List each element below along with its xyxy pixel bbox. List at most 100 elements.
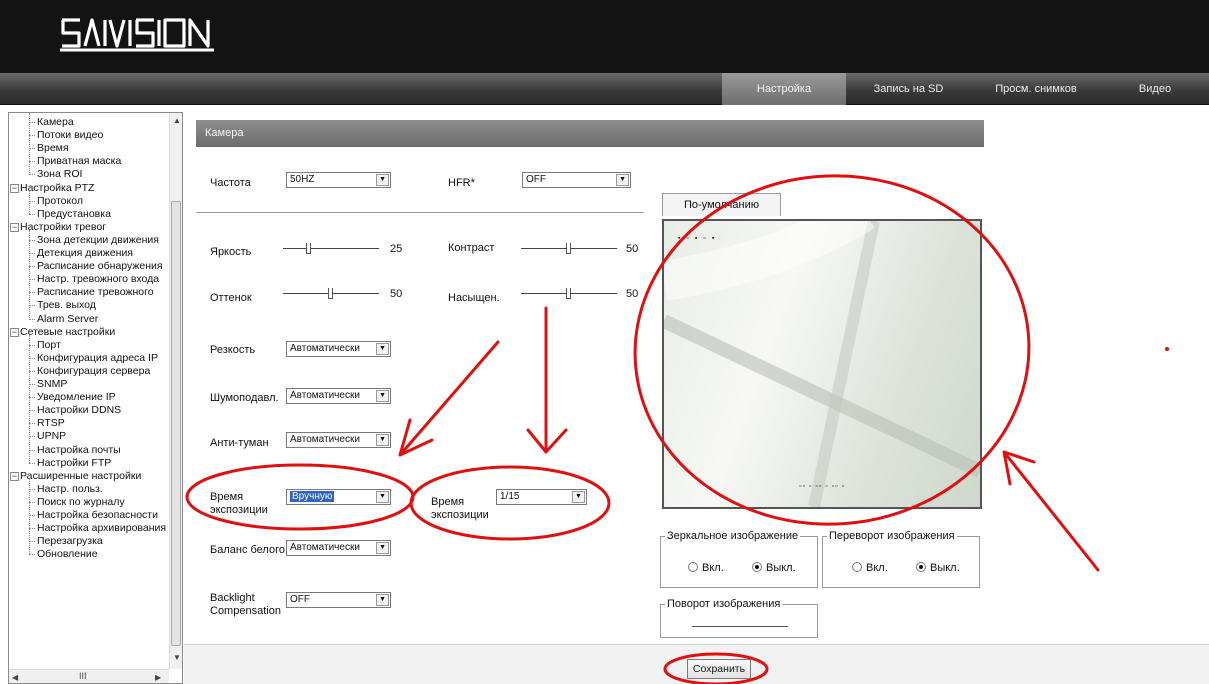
mirror-off-radio[interactable]: Выкл.: [752, 562, 796, 574]
frequency-label: Частота: [210, 177, 251, 189]
chevron-down-icon: ▼: [376, 390, 389, 402]
sidebar-item[interactable]: Протокол: [29, 195, 83, 208]
save-button[interactable]: Сохранить: [687, 659, 751, 679]
mirror-on-radio[interactable]: Вкл.: [688, 562, 724, 574]
exposure-time-label: Время экспозиции: [431, 496, 489, 521]
sidebar-item[interactable]: Настройки FTP: [28, 457, 111, 470]
sidebar-item[interactable]: Настр. тревожного входа: [28, 273, 159, 286]
saturation-label: Насыщен.: [448, 292, 500, 304]
sidebar-item[interactable]: Зона детекции движения: [29, 234, 159, 247]
tree-guide-line: [29, 478, 30, 555]
brightness-value: 25: [390, 243, 403, 255]
sidebar-item[interactable]: Перезагрузка: [29, 535, 103, 548]
sidebar-item[interactable]: Трев. выход: [29, 299, 96, 312]
mirror-legend: Зеркальное изображение: [667, 530, 799, 542]
flip-group: Переворот изображения: [822, 530, 980, 588]
sidebar-tree: Камера Потоки видео Время Приватная маска Зо…: [8, 112, 183, 684]
sidebar-item[interactable]: Расширенные настройки: [20, 470, 141, 483]
nav-tab-video[interactable]: Видео: [1101, 73, 1209, 105]
sidebar-item[interactable]: Поиск по журналу: [29, 496, 125, 509]
sidebar-item[interactable]: Настройка PTZ: [20, 182, 94, 195]
flip-off-radio[interactable]: Выкл.: [916, 562, 960, 574]
collapse-icon[interactable]: −: [10, 222, 19, 232]
sidebar-item[interactable]: RTSP: [29, 417, 65, 430]
radio-checked-icon: [916, 562, 926, 572]
slider-thumb[interactable]: [306, 243, 311, 254]
nav-tab-sd-record[interactable]: Запись на SD: [846, 73, 971, 105]
sidebar-item[interactable]: Настр. польз.: [29, 483, 103, 496]
chevron-down-icon: ▼: [376, 542, 389, 554]
slider-thumb[interactable]: [566, 243, 571, 254]
sidebar-item[interactable]: Конфигурация адреса IP: [29, 352, 158, 365]
scroll-up-icon[interactable]: ▲: [173, 116, 181, 125]
radio-icon: [852, 562, 862, 572]
contrast-slider[interactable]: [521, 242, 617, 256]
tree-guide-line: [29, 113, 30, 176]
sidebar-item[interactable]: Расписание обнаружения: [29, 260, 163, 273]
exposure-time-select[interactable]: 1/15 ▼: [496, 489, 587, 505]
sidebar-item[interactable]: Настройка безопасности: [29, 509, 158, 522]
sidebar-item[interactable]: SNMP: [28, 378, 67, 391]
collapse-icon[interactable]: −: [10, 471, 19, 481]
hfr-select[interactable]: OFF ▼: [522, 172, 631, 188]
hue-slider[interactable]: [283, 287, 379, 301]
chevron-down-icon: ▼: [376, 343, 389, 355]
sharpness-select[interactable]: Автоматически ▼: [286, 341, 391, 357]
scroll-right-icon[interactable]: ▶: [155, 673, 161, 682]
sidebar-item[interactable]: Сетевые настройки: [20, 326, 115, 339]
chevron-down-icon: ▼: [572, 491, 585, 503]
chevron-down-icon: ▼: [376, 594, 389, 606]
sidebar-item[interactable]: Конфигурация сервера: [28, 365, 150, 378]
sidebar-item[interactable]: Уведомление IP: [29, 391, 116, 404]
sidebar-item[interactable]: Время: [29, 142, 69, 155]
collapse-icon[interactable]: −: [10, 183, 19, 193]
radio-checked-icon: [752, 562, 762, 572]
backlight-label: Backlight Compensation: [210, 592, 281, 617]
tree-guide-line: [29, 190, 30, 214]
chevron-down-icon: ▼: [376, 434, 389, 446]
sidebar-item[interactable]: Расписание тревожного: [29, 286, 154, 299]
chevron-down-icon: ▼: [376, 174, 389, 186]
panel-title: Камера: [196, 120, 984, 147]
sidebar-item[interactable]: Предустановка: [29, 208, 111, 221]
sidebar-scroll-thumb[interactable]: [171, 201, 181, 646]
sidebar-item[interactable]: Приватная маска: [28, 155, 121, 168]
scroll-left-icon[interactable]: ◀: [12, 673, 18, 682]
default-button[interactable]: По-умолчанию: [662, 193, 781, 216]
tree-guide-line: [29, 334, 30, 463]
frequency-select[interactable]: 50HZ ▼: [286, 172, 391, 188]
sidebar-horizontal-scrollbar[interactable]: ◀ III ▶: [9, 669, 169, 683]
sidebar-item[interactable]: UPNP: [28, 430, 66, 443]
flip-on-radio[interactable]: Вкл.: [852, 562, 888, 574]
nav-tab-settings[interactable]: Настройка: [722, 73, 846, 105]
sidebar-item[interactable]: Настройка почты: [29, 444, 121, 457]
brightness-slider[interactable]: [283, 242, 379, 256]
slider-thumb[interactable]: [566, 288, 571, 299]
brightness-label: Яркость: [210, 246, 252, 258]
sidebar-item[interactable]: Alarm Server: [28, 313, 98, 326]
scroll-down-icon[interactable]: ▼: [173, 653, 181, 662]
sidebar-item[interactable]: Камера: [29, 116, 74, 129]
app-header: [0, 0, 1209, 73]
sidebar-item[interactable]: Порт: [29, 339, 61, 352]
sidebar-item[interactable]: Потоки видео: [28, 129, 103, 142]
defog-select[interactable]: Автоматически ▼: [286, 432, 391, 448]
sidebar-item[interactable]: Обновление: [29, 548, 98, 561]
exposure-mode-select[interactable]: Вручную ▼: [286, 489, 391, 505]
sidebar-item[interactable]: Настройки тревог: [20, 221, 106, 234]
noise-reduction-select[interactable]: Автоматически ▼: [286, 388, 391, 404]
form-divider: [196, 212, 644, 214]
rotate-group: Поворот изображения: [660, 598, 818, 638]
sidebar-item[interactable]: Зона ROI: [28, 168, 82, 181]
sidebar-item[interactable]: Детекция движения: [29, 247, 133, 260]
nav-tab-snapshots[interactable]: Просм. снимков: [971, 73, 1101, 105]
saturation-slider[interactable]: [521, 287, 617, 301]
sidebar-item[interactable]: Настройка архивирования: [28, 522, 166, 535]
sidebar-item[interactable]: Настройки DDNS: [28, 404, 121, 417]
collapse-icon[interactable]: −: [10, 327, 19, 337]
slider-thumb[interactable]: [328, 288, 333, 299]
saturation-value: 50: [626, 288, 639, 300]
white-balance-select[interactable]: Автоматически ▼: [286, 540, 391, 556]
backlight-select[interactable]: OFF ▼: [286, 592, 391, 608]
hue-value: 50: [390, 288, 403, 300]
